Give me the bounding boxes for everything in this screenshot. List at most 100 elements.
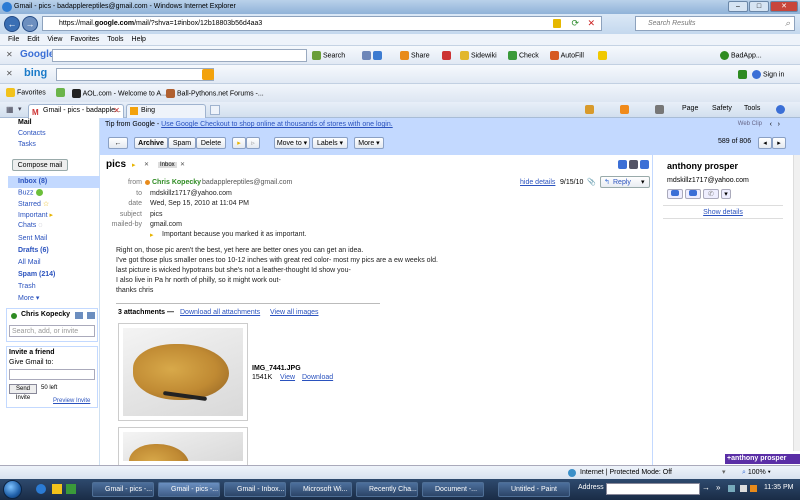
stop-icon[interactable]: ✕	[587, 17, 595, 30]
google-search-button[interactable]: Search	[312, 51, 345, 60]
taskbar-item[interactable]: Gmail - pics -...	[158, 482, 220, 497]
taskbar-item[interactable]: Gmail - pics -...	[92, 482, 154, 497]
minimize-button[interactable]: –	[728, 1, 748, 12]
important-marker-icon[interactable]: ▸	[132, 161, 136, 169]
close-button[interactable]: ✕	[770, 1, 798, 12]
menu-file[interactable]: File	[8, 34, 19, 46]
ie-quicklaunch-icon[interactable]	[36, 484, 46, 494]
labels-button[interactable]: Labels ▾	[312, 137, 348, 149]
nav-allmail[interactable]: All Mail	[18, 259, 41, 266]
older-button[interactable]: ▸	[772, 137, 786, 149]
menu-view[interactable]: View	[47, 34, 62, 46]
new-tab-button[interactable]	[210, 105, 220, 115]
lock-icon[interactable]	[553, 19, 561, 28]
taskbar-item[interactable]: Microsoft Wi...	[290, 482, 352, 497]
reply-button[interactable]: ↰ Reply ▾	[600, 176, 650, 188]
contact-more-dropdown[interactable]: ▾	[721, 189, 731, 199]
help-icon[interactable]	[776, 105, 785, 114]
chat-user-name[interactable]: Chris Kopecky	[21, 311, 70, 318]
bing-search-input[interactable]	[56, 68, 214, 81]
webclip-next[interactable]: ›	[778, 118, 780, 131]
maximize-button[interactable]: □	[749, 1, 769, 12]
nav-trash[interactable]: Trash	[18, 283, 36, 290]
email-button[interactable]	[685, 189, 701, 199]
chat-search-input[interactable]: Search, add, or invite	[9, 325, 95, 337]
attachment-thumbnail[interactable]	[118, 323, 248, 421]
new-window-icons[interactable]	[618, 160, 649, 169]
not-important-button[interactable]: ▹	[246, 137, 260, 149]
clock[interactable]: 11:35 PM	[764, 484, 793, 491]
favorites-button[interactable]: Favorites	[6, 88, 46, 97]
chat-window-tab[interactable]: +anthony prosper	[725, 454, 800, 464]
invite-email-input[interactable]	[9, 369, 95, 380]
google-account-button[interactable]: BadApp...	[720, 51, 762, 60]
taskbar-item[interactable]: Recently Cha...	[356, 482, 418, 497]
more-actions-button[interactable]: More ▾	[354, 137, 384, 149]
menu-favorites[interactable]: Favorites	[70, 34, 99, 46]
from-name[interactable]: Chris Kopecky	[152, 179, 201, 186]
chat-options-icon[interactable]	[87, 312, 95, 319]
quick-tabs-icon[interactable]: ▦	[6, 105, 14, 114]
media-quicklaunch-icon[interactable]	[66, 484, 76, 494]
taskbar-item[interactable]: Gmail - Inbox...	[224, 482, 286, 497]
favorite-item-aol[interactable]: AOL.com - Welcome to A...	[72, 89, 167, 98]
bing-search-icon[interactable]	[202, 69, 214, 80]
nav-chats[interactable]: Chats ◌	[18, 222, 42, 229]
nav-tasks[interactable]: Tasks	[18, 141, 36, 148]
back-button[interactable]: ←	[4, 16, 20, 32]
tray-app-icon[interactable]	[750, 485, 757, 492]
webclip-prev[interactable]: ‹	[770, 118, 772, 131]
move-to-button[interactable]: Move to ▾	[274, 137, 310, 149]
search-icon[interactable]: ⌕	[785, 17, 790, 30]
attachment-view-link[interactable]: View	[280, 374, 295, 381]
search-input[interactable]: Search Results ⌕	[635, 16, 795, 31]
block-popups-button[interactable]	[442, 51, 451, 60]
close-tab-icon[interactable]: ✕	[113, 105, 120, 117]
tab-gmail[interactable]: M Gmail - pics - badapple... ✕	[28, 104, 124, 118]
folder-quicklaunch-icon[interactable]	[52, 484, 62, 494]
home-icon[interactable]	[585, 105, 594, 114]
nav-inbox[interactable]: Inbox (8)	[18, 178, 47, 185]
delete-button[interactable]: Delete	[196, 137, 226, 149]
chat-button[interactable]	[667, 189, 683, 199]
send-invite-button[interactable]: Send Invite	[9, 384, 37, 401]
attachment-thumbnail[interactable]	[118, 427, 248, 465]
google-search-input[interactable]	[52, 49, 307, 62]
nav-mail[interactable]: Mail	[18, 119, 32, 126]
zoom-level[interactable]: ⌕ 100% ▾	[742, 466, 771, 480]
nav-spam[interactable]: Spam (214)	[18, 271, 55, 278]
taskbar-item[interactable]: Document -...	[422, 482, 484, 497]
check-button[interactable]: Check	[508, 51, 539, 60]
feeds-icon[interactable]	[620, 105, 629, 114]
print-icon[interactable]	[655, 105, 664, 114]
url-field[interactable]: https://mail.google.com/mail/?shva=1#inb…	[42, 16, 602, 31]
nav-buzz[interactable]: Buzz	[18, 189, 43, 196]
tip-link[interactable]: Use Google Checkout to shop online at th…	[161, 121, 393, 128]
protected-mode-icon[interactable]: ▾	[722, 466, 726, 480]
tray-network-icon[interactable]	[728, 485, 735, 492]
tab-list-icon[interactable]: ▾	[18, 105, 22, 113]
favorite-item-ballpythons[interactable]: Ball-Pythons.net Forums -...	[166, 89, 264, 98]
mark-important-button[interactable]: ▸	[232, 137, 246, 149]
menu-tools[interactable]: Tools	[107, 34, 123, 46]
toolbar-tool-icons[interactable]	[362, 51, 382, 60]
safety-menu[interactable]: Safety	[712, 105, 732, 112]
hide-details-link[interactable]: hide details	[520, 179, 555, 186]
nav-contacts[interactable]: Contacts	[18, 130, 46, 137]
newer-button[interactable]: ◂	[758, 137, 772, 149]
highlight-button[interactable]	[598, 51, 607, 60]
shield-icon[interactable]	[738, 70, 747, 79]
compose-button[interactable]: Compose mail	[12, 159, 68, 171]
google-toolbar-close-icon[interactable]: ✕	[6, 50, 13, 59]
tab-bing[interactable]: Bing	[126, 104, 206, 118]
preview-invite-link[interactable]: Preview Invite	[53, 398, 90, 404]
taskbar-address-input[interactable]	[606, 483, 700, 495]
download-all-link[interactable]: Download all attachments	[180, 309, 260, 316]
attachment-download-link[interactable]: Download	[302, 374, 333, 381]
nav-drafts[interactable]: Drafts (6)	[18, 247, 49, 254]
add-favorite-icon[interactable]	[56, 88, 65, 97]
nav-more[interactable]: More ▾	[18, 294, 39, 302]
tray-volume-icon[interactable]	[740, 485, 747, 492]
nav-starred[interactable]: Starred ☆	[18, 200, 49, 208]
taskbar-item[interactable]: Untitled - Paint	[498, 482, 570, 497]
